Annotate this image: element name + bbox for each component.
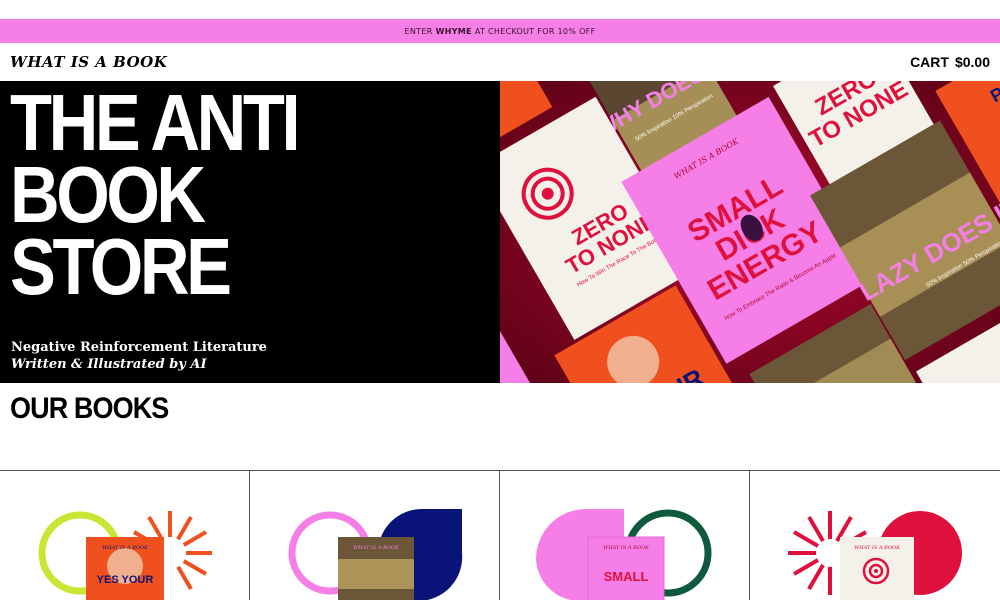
cover-label: WHAT IS A BOOK xyxy=(102,545,148,551)
books-collage-image: WHY DOES IT 50% Inspiration 10% Perspira… xyxy=(500,81,1000,383)
hero-book-image: WHY DOES IT 50% Inspiration 10% Perspira… xyxy=(500,81,1000,383)
hero-subtitle: Negative Reinforcement Literature xyxy=(11,340,267,355)
promo-code: WHYME xyxy=(435,26,472,36)
hero-byline: Written & Illustrated by AI xyxy=(11,357,207,372)
product-card[interactable]: WHAT IS A BOOK YES YOUR xyxy=(0,471,250,600)
cart-label: CART xyxy=(910,54,949,70)
cover-label: WHAT IS A BOOK xyxy=(854,545,900,551)
cart-total: $0.00 xyxy=(954,54,990,70)
product-card[interactable]: WHAT IS A BOOK xyxy=(250,471,500,600)
promo-banner: ENTER WHYME AT CHECKOUT FOR 10% OFF xyxy=(0,19,1000,43)
product-image: WHAT IS A BOOK xyxy=(288,508,463,600)
product-image: WHAT IS A BOOK xyxy=(788,511,962,600)
hero-banner: THE ANTI BOOK STORE Negative Reinforceme… xyxy=(0,81,1000,383)
site-logo[interactable]: WHAT IS A BOOK xyxy=(10,53,167,71)
hero-subtitle-block: Negative Reinforcement Literature Writte… xyxy=(11,339,267,373)
product-card[interactable]: WHAT IS A BOOK SMALL xyxy=(500,471,750,600)
section-title: OUR BOOKS xyxy=(10,392,169,425)
hero-title-line: STORE xyxy=(10,222,232,311)
cover-title: YES YOUR xyxy=(97,574,154,586)
cover-label: WHAT IS A BOOK xyxy=(603,545,649,551)
product-card[interactable]: WHAT IS A BOOK xyxy=(750,471,1000,600)
site-header: WHAT IS A BOOK CART $0.00 xyxy=(0,43,1000,81)
cover-title: SMALL xyxy=(604,569,649,584)
hero-title-line: BOOK xyxy=(10,150,206,239)
product-image: WHAT IS A BOOK SMALL xyxy=(536,509,712,600)
promo-prefix: ENTER xyxy=(404,26,433,36)
promo-suffix: AT CHECKOUT FOR 10% OFF xyxy=(474,26,596,36)
hero-title-line: THE ANTI xyxy=(10,78,301,167)
cover-label: WHAT IS A BOOK xyxy=(353,545,399,551)
hero-title: THE ANTI BOOK STORE xyxy=(10,78,301,311)
product-grid: WHAT IS A BOOK YES YOUR WHAT IS A BOOK W… xyxy=(0,470,1000,600)
cart-button[interactable]: CART $0.00 xyxy=(910,54,990,70)
top-spacer xyxy=(0,0,1000,19)
product-image: WHAT IS A BOOK YES YOUR xyxy=(38,511,212,600)
hero-text-panel: THE ANTI BOOK STORE Negative Reinforceme… xyxy=(0,81,500,383)
